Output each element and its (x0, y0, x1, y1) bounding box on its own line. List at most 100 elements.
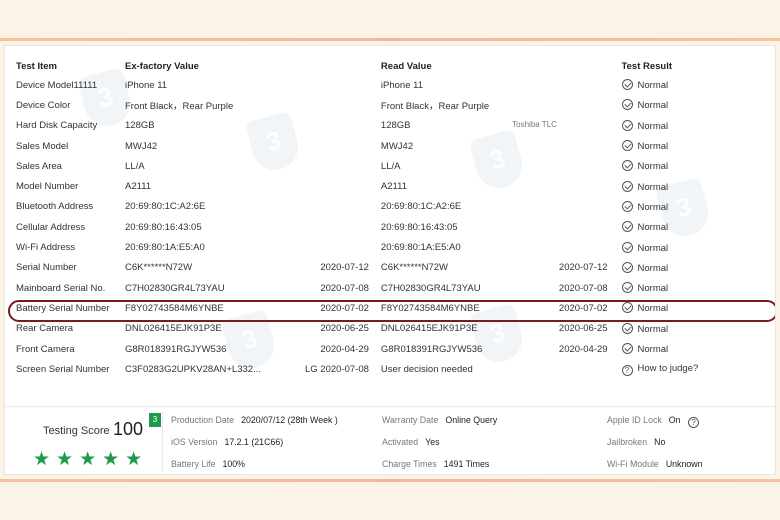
production-date-info: Production Date 2020/07/12 (28th Week ) (171, 415, 338, 425)
test-result-cell[interactable]: ? How to judge? (618, 359, 775, 379)
test-item-name: Device Color (16, 99, 71, 111)
test-result-text: Normal (637, 181, 669, 193)
read-value: 128GB (380, 120, 411, 132)
check-circle-icon (621, 79, 633, 91)
ex-factory-date (305, 197, 375, 217)
read-value-cell: 20:69:80:1A:E5:A0 (375, 237, 559, 257)
test-item-name: Model Number (16, 181, 79, 193)
test-result-text: Normal (637, 201, 669, 213)
ex-factory-value: DNL026415EJK91P3E (125, 323, 222, 335)
test-result-cell: Normal (618, 298, 775, 318)
read-value: C6K******N72W (380, 262, 448, 274)
test-item-name: Screen Serial Number (16, 363, 110, 375)
read-value: DNL026415EJK91P3E (380, 323, 478, 335)
test-result-text: Normal (637, 303, 669, 315)
read-value-cell: Front Black，Rear Purple (375, 95, 559, 115)
read-value: MWJ42 (380, 140, 414, 152)
table-row: Front Camera G8R018391RGJYW536 2020-04-29 G… (5, 339, 775, 359)
help-question-icon: ? (621, 364, 633, 376)
warranty-online-query-link[interactable]: Online Query (445, 415, 497, 425)
ex-factory-value: F8Y02743584M6YNBE (125, 302, 224, 314)
ex-factory-date (305, 75, 375, 95)
read-value-date (559, 156, 618, 176)
ex-factory-value: 20:69:80:1C:A2:6E (125, 201, 206, 213)
report-panel: 3 3 3 3 3 3 Test Item Ex-factory Value R… (4, 45, 776, 475)
check-circle-icon (621, 160, 633, 172)
ex-factory-value: 128GB (125, 120, 155, 132)
ex-factory-date (305, 95, 375, 115)
column-header-test-result: Test Result (621, 60, 673, 72)
check-circle-icon (621, 119, 633, 131)
test-item-name: Wi-Fi Address (16, 242, 76, 254)
read-value-date (559, 116, 618, 136)
test-result-text: Normal (637, 141, 669, 153)
charge-times-info: Charge Times 1491 Times (382, 459, 490, 469)
read-value-date (559, 136, 618, 156)
ex-factory-value: G8R018391RGJYW536 (125, 343, 227, 355)
read-value-cell: C7H02830GR4L73YAU (375, 278, 559, 298)
check-circle-icon (621, 140, 633, 152)
table-row: Mainboard Serial No. C7H02830GR4L73YAU 202… (5, 278, 775, 298)
battery-life-info: Battery Life 100% (171, 459, 245, 469)
ex-factory-value: MWJ42 (125, 140, 158, 152)
check-circle-icon (621, 322, 633, 334)
table-row: Cellular Address 20:69:80:16:43:05 20:69:8… (5, 217, 775, 237)
read-value: Front Black，Rear Purple (380, 101, 490, 113)
table-row: Device Color Front Black，Rear Purple Front… (5, 95, 775, 115)
read-value-date (559, 217, 618, 237)
check-circle-icon (621, 180, 633, 192)
test-item-name: Hard Disk Capacity (16, 120, 98, 132)
read-value-date (559, 75, 618, 95)
test-item-name: Sales Area (16, 160, 62, 172)
table-row: Serial Number C6K******N72W 2020-07-12 C6K*… (5, 258, 775, 278)
test-result-text[interactable]: How to judge? (638, 363, 699, 374)
read-value: 20:69:80:16:43:05 (380, 221, 458, 233)
testing-score-label: Testing Score (43, 425, 110, 437)
ex-factory-value: iPhone 11 (125, 79, 168, 91)
read-value-cell: LL/A (375, 156, 559, 176)
test-item-name: Device Model11111 (16, 79, 98, 91)
read-value-date (559, 237, 618, 257)
test-item-name: Mainboard Serial No. (16, 282, 106, 294)
column-header-test-item: Test Item (16, 60, 58, 72)
test-result-cell: Normal (618, 217, 775, 237)
rating-stars-icon: ★★★★★ (33, 449, 149, 470)
summary-footer: Testing Score 100 3 ★★★★★ Production Dat… (5, 406, 775, 474)
ex-factory-date: 2020-06-25 (320, 323, 369, 335)
ex-factory-date: 2020-07-02 (320, 302, 369, 314)
test-result-text: Normal (637, 283, 669, 295)
test-item-name: Rear Camera (16, 323, 74, 335)
read-value-date: 2020-07-12 (558, 262, 608, 274)
jailbroken-info: Jailbroken No (607, 437, 666, 447)
table-row: Bluetooth Address 20:69:80:1C:A2:6E 20:69:… (5, 197, 775, 217)
read-value: A2111 (380, 181, 407, 193)
test-result-cell: Normal (618, 95, 775, 115)
ex-factory-value: 20:69:80:16:43:05 (125, 221, 202, 233)
ex-factory-date: 2020-04-29 (320, 343, 369, 355)
read-value-cell: iPhone 11 (375, 75, 559, 95)
ex-factory-value: A2111 (125, 181, 152, 193)
table-row: Model Number A2111 A2111 Normal (5, 176, 775, 196)
help-question-icon[interactable]: ? (687, 417, 699, 428)
check-circle-icon (621, 302, 633, 314)
ex-factory-date: 2020-07-12 (320, 262, 369, 274)
ex-factory-value: C7H02830GR4L73YAU (125, 282, 225, 294)
table-row: Hard Disk Capacity 128GB 128GB Toshiba TLC N… (5, 116, 775, 136)
test-result-cell: Normal (618, 278, 775, 298)
read-value-cell: 20:69:80:16:43:05 (375, 217, 559, 237)
read-value: iPhone 11 (380, 79, 424, 91)
test-result-text: Normal (637, 161, 669, 173)
test-item-name: Bluetooth Address (16, 201, 94, 213)
test-item-name: Sales Model (16, 140, 69, 152)
read-value: F8Y02743584M6YNBE (380, 302, 480, 314)
test-result-text: Normal (637, 120, 669, 132)
test-result-cell: Normal (618, 197, 775, 217)
read-value: LL/A (380, 160, 401, 172)
read-value-date: 2020-07-08 (558, 282, 608, 294)
test-result-cell: Normal (618, 136, 775, 156)
read-value-date: 2020-06-25 (558, 323, 608, 335)
read-value-cell: F8Y02743584M6YNBE (375, 298, 559, 318)
test-item-name: Cellular Address (16, 221, 86, 233)
test-result-cell: Normal (618, 237, 775, 257)
test-result-text: Normal (637, 80, 669, 92)
